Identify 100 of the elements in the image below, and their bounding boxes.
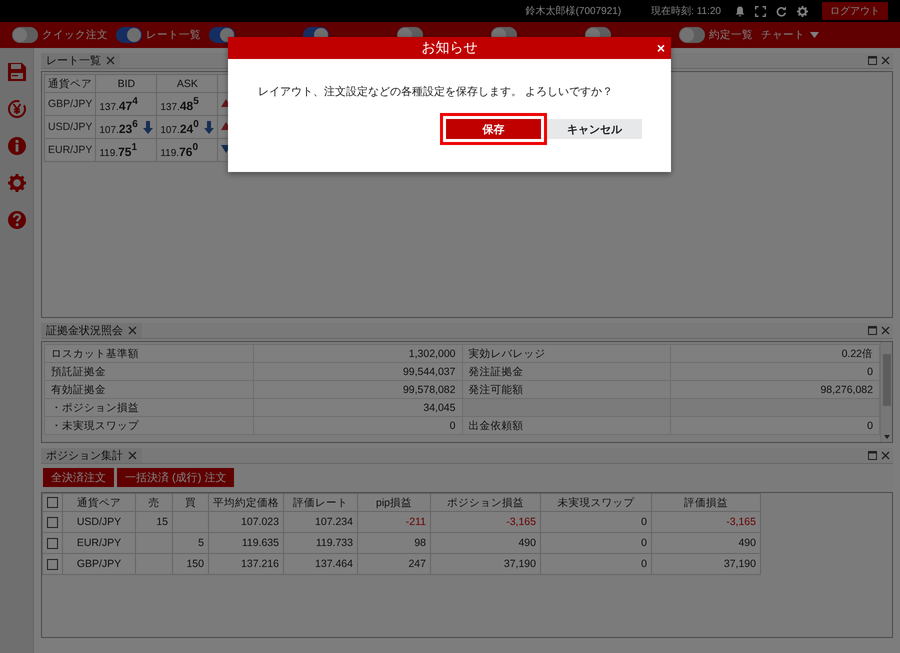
margin-value: 99,544,037 [253, 362, 462, 380]
maximize-icon [868, 326, 877, 335]
column-header: 通貨ペア [62, 494, 136, 512]
close-order-button[interactable]: 全決済注文 [43, 468, 114, 487]
table-cell: -3,165 [430, 512, 540, 532]
table-cell: 247 [358, 554, 430, 574]
caret-icon [884, 435, 890, 439]
currency-pair: GBP/JPY [44, 92, 96, 116]
dialog-message: レイアウト、注文設定などの各種設定を保存します。 よろしいですか？ [258, 84, 614, 99]
margin-value: 99,578,082 [253, 380, 462, 398]
table-cell: 119.733 [284, 532, 358, 554]
bell-icon[interactable] [735, 6, 745, 16]
logout-button[interactable]: ログアウト [822, 2, 888, 20]
column-header: 平均約定価格 [208, 494, 284, 512]
table-cell: 0 [540, 532, 652, 554]
table-cell: 119.635 [208, 532, 284, 554]
table-cell: EUR/JPY [62, 532, 136, 554]
column-header: BID [96, 74, 157, 92]
user-name: 鈴木太郎様(7007921) [526, 4, 622, 18]
table-cell: GBP/JPY [62, 554, 136, 574]
view-toggle[interactable]: クイック注文 [12, 27, 108, 43]
help-icon[interactable] [6, 210, 26, 230]
table-cell: 137.216 [208, 554, 284, 574]
ask-price: 137.48$^{5}$ [160, 96, 199, 112]
view-toggle[interactable]: レート一覧 [116, 27, 201, 43]
table-cell: -211 [358, 512, 430, 532]
chart-menu[interactable]: チャート [761, 28, 819, 42]
table-cell: 490 [652, 532, 760, 554]
close-button[interactable]: × [656, 40, 665, 56]
close-icon [881, 56, 890, 65]
ask-price: 107.24$^{0}$ [160, 118, 199, 136]
bid-price: 119.75$^{1}$ [99, 142, 138, 158]
margin-label: 有効証拠金 [44, 380, 254, 398]
column-header: 売 [136, 494, 172, 512]
table-cell: 490 [430, 532, 540, 554]
currency-pair: EUR/JPY [44, 138, 96, 162]
table-cell: 5 [172, 532, 208, 554]
margin-value: 0 [670, 416, 880, 434]
maximize-icon [868, 451, 877, 460]
margin-label: ロスカット基準額 [44, 344, 254, 362]
close-icon [881, 451, 890, 460]
view-toggle[interactable] [209, 27, 235, 43]
column-header: ASK [156, 74, 218, 92]
margin-value: 0.22倍 [670, 344, 880, 362]
scrollbar[interactable] [880, 342, 892, 442]
column-header: 評価損益 [652, 494, 760, 512]
margin-value: 0 [253, 416, 462, 434]
margin-value: 34,045 [253, 398, 462, 416]
save-icon[interactable] [6, 62, 26, 82]
info-icon[interactable] [6, 136, 26, 156]
margin-value: 98,276,082 [670, 380, 880, 398]
table-cell: 150 [172, 554, 208, 574]
table-cell: 107.023 [208, 512, 284, 532]
margin-label: ・ポジション損益 [44, 398, 254, 416]
current-time: 現在時刻: 11:20 [651, 4, 721, 18]
margin-label: 出金依頼額 [462, 416, 671, 434]
table-cell: 15 [136, 512, 172, 532]
refresh-icon[interactable] [776, 6, 787, 16]
table-cell: 0 [540, 512, 652, 532]
checkbox[interactable] [47, 516, 58, 528]
close-icon [128, 326, 137, 335]
column-header: 評価レート [284, 494, 358, 512]
table-cell: 98 [358, 532, 430, 554]
column-header: pip損益 [358, 494, 430, 512]
settings-icon[interactable] [6, 173, 26, 193]
column-header: 通貨ペア [44, 74, 96, 92]
table-cell: -3,165 [652, 512, 760, 532]
close-icon [881, 326, 890, 335]
margin-value: 1,302,000 [253, 344, 462, 362]
column-header: 買 [172, 494, 208, 512]
margin-label: ・未実現スワップ [44, 416, 254, 434]
checkbox[interactable] [47, 558, 58, 570]
maximize-icon [868, 56, 877, 65]
view-toggle[interactable]: 約定一覧 [679, 27, 753, 43]
fullscreen-icon[interactable] [755, 6, 766, 16]
save-button[interactable]: 保存 [446, 119, 541, 139]
table-cell: 137.464 [284, 554, 358, 574]
currency-pair: USD/JPY [44, 116, 96, 138]
column-header: 未実現スワップ [540, 494, 652, 512]
margin-label: 発注可能額 [462, 380, 671, 398]
close-icon [128, 451, 137, 460]
checkbox[interactable] [47, 538, 58, 549]
close-order-button[interactable]: 一括決済 (成行) 注文 [117, 468, 234, 487]
bid-price: 107.23$^{6}$ [99, 118, 138, 136]
cancel-button[interactable]: キャンセル [547, 119, 642, 139]
checkbox[interactable] [47, 497, 58, 508]
margin-label: 預託証拠金 [44, 362, 254, 380]
column-header: ポジション損益 [430, 494, 540, 512]
yen-icon[interactable] [6, 99, 26, 119]
bid-price: 137.47$^{4}$ [99, 96, 138, 112]
table-cell: 107.234 [284, 512, 358, 532]
ask-price: 119.76$^{0}$ [160, 142, 198, 158]
close-icon [106, 56, 115, 65]
dialog-title: お知らせ [422, 39, 478, 57]
table-cell: USD/JPY [62, 512, 136, 532]
table-cell: 0 [540, 554, 652, 574]
margin-value: 0 [670, 362, 880, 380]
table-cell: 37,190 [430, 554, 540, 574]
margin-label: 実効レバレッジ [462, 344, 671, 362]
caret-icon [810, 32, 819, 38]
